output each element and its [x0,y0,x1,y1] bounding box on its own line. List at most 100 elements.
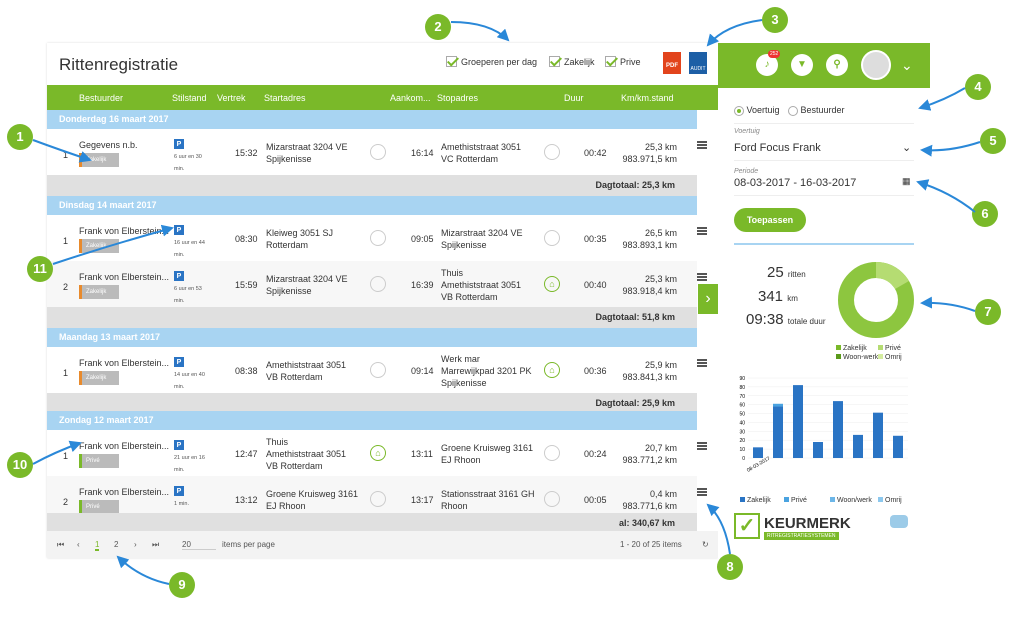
row-menu-icon[interactable] [697,141,707,149]
trip-type-tag[interactable]: Privé [79,454,119,468]
next-page-icon[interactable]: › [134,540,137,549]
standstill-time: 14 uur en 40 min. [174,372,205,390]
home-icon[interactable]: ⌂ [370,445,386,461]
collapse-sidebar-button[interactable]: › [698,284,718,314]
driver-name[interactable]: Frank von Elberstein... [79,486,169,498]
col-departure[interactable]: Vertrek [217,93,246,103]
row-menu-icon[interactable] [697,227,707,235]
location-circle-icon[interactable] [370,491,386,507]
prev-page-icon[interactable]: ‹ [77,540,80,549]
audit-export-icon[interactable]: AUDIT [689,52,707,74]
radio-vehicle[interactable]: Voertuig [734,105,780,116]
page-2[interactable]: 2 [114,540,118,549]
day-group-header: Donderdag 16 maart 2017 [47,110,697,129]
business-option[interactable]: Zakelijk [549,56,595,67]
trip-type-tag[interactable]: Zakelijk [79,285,119,299]
bar-zakelijk[interactable] [813,442,823,458]
trip-type-tag[interactable]: Zakelijk [79,371,119,385]
duration-stat: 09:38 totale duur [746,311,826,328]
table-row[interactable]: 1 Frank von Elberstein... Zakelijk P 14 … [47,347,707,393]
table-row[interactable]: 2 Frank von Elberstein... Zakelijk P 6 u… [47,261,707,307]
trip-type-tag[interactable]: Zakelijk [79,239,119,253]
bar-zakelijk[interactable] [793,385,803,458]
bar-zakelijk[interactable] [853,434,863,458]
check-icon[interactable] [549,56,560,67]
table-row[interactable]: 1 Gegevens n.b. Zakelijk P 6 uur en 30 m… [47,129,707,175]
col-km[interactable]: Km/km.stand [621,93,674,103]
row-menu-icon[interactable] [697,273,707,281]
bar-zakelijk[interactable] [833,401,843,458]
location-circle-icon[interactable] [370,144,386,160]
trip-duration: 00:40 [584,280,607,290]
private-option[interactable]: Prive [605,56,641,67]
trip-duration: 00:24 [584,449,607,459]
parking-icon: P [174,225,184,235]
location-circle-icon[interactable] [370,276,386,292]
row-number: 2 [63,282,69,292]
table-row[interactable]: 1 Frank von Elberstein... Zakelijk P 16 … [47,215,707,261]
avatar[interactable] [861,50,891,80]
row-menu-icon[interactable] [697,488,707,496]
driver-name[interactable]: Frank von Elberstein... [79,440,169,452]
check-icon[interactable] [446,56,457,67]
radio-on-icon[interactable] [734,105,744,116]
page-title: Rittenregistratie [59,55,179,74]
trip-type-tag[interactable]: Zakelijk [79,153,119,167]
search-icon[interactable]: ⚲ [826,54,848,76]
page-1[interactable]: 1 [95,540,100,551]
row-menu-icon[interactable] [697,359,707,367]
home-icon[interactable]: ⌂ [544,362,560,378]
day-total: Dagtotaal: 25,3 km [47,175,697,196]
vehicle-select[interactable]: Ford Focus Frank [734,142,914,161]
legend-swatch [878,345,883,350]
location-circle-icon[interactable] [370,230,386,246]
trip-km: 25,9 km 983.841,3 km [622,360,677,382]
refresh-icon[interactable]: ↻ [702,540,709,549]
col-duration[interactable]: Duur [564,93,584,103]
chevron-down-icon[interactable]: ⌄ [901,57,913,74]
table-row[interactable]: 1 Frank von Elberstein... Privé P 21 uur… [47,430,707,476]
chevron-down-icon[interactable]: ⌄ [902,141,911,154]
home-icon[interactable]: ⌂ [544,276,560,292]
driver-name[interactable]: Gegevens n.b. [79,139,138,151]
col-stop-address[interactable]: Stopadres [437,93,478,103]
col-arrival[interactable]: Aankom... [390,93,431,103]
bar-zakelijk[interactable] [893,435,903,458]
location-circle-icon[interactable] [370,362,386,378]
driver-name[interactable]: Frank von Elberstein... [79,271,169,283]
col-standstill[interactable]: Stilstand [172,93,207,103]
period-field[interactable]: 08-03-2017 - 16-03-2017 [734,177,914,196]
divider [734,123,914,124]
col-driver[interactable]: Bestuurder [79,93,123,103]
departure-time: 15:32 [235,148,258,158]
radio-driver[interactable]: Bestuurder [788,105,845,116]
location-circle-icon[interactable] [544,445,560,461]
location-circle-icon[interactable] [544,230,560,246]
driver-name[interactable]: Frank von Elberstein... [79,225,169,237]
location-circle-icon[interactable] [544,491,560,507]
bar-prive[interactable] [773,403,783,407]
last-page-icon[interactable]: ⏭ [152,540,159,550]
trip-type-tag[interactable]: Privé [79,500,119,514]
km-stat: 341 km [758,288,798,305]
group-by-day-option[interactable]: Groeperen per dag [446,56,537,67]
trip-duration: 00:05 [584,495,607,505]
calendar-icon[interactable]: ▦ [902,176,911,187]
bar-zakelijk[interactable] [773,406,783,458]
location-circle-icon[interactable] [544,144,560,160]
col-start-address[interactable]: Startadres [264,93,306,103]
first-page-icon[interactable]: ⏮ [57,540,64,550]
parking-icon: P [174,139,184,149]
radio-off-icon[interactable] [788,105,798,116]
per-page-select[interactable]: 20 [182,540,216,550]
bar-zakelijk[interactable] [753,447,763,458]
driver-name[interactable]: Frank von Elberstein... [79,357,169,369]
check-icon[interactable] [605,56,616,67]
filter-icon[interactable]: ▼ [791,54,813,76]
row-menu-icon[interactable] [697,442,707,450]
camera-icon[interactable] [890,515,908,528]
bar-zakelijk[interactable] [873,412,883,458]
pdf-export-icon[interactable]: PDF [663,52,681,74]
departure-time: 08:30 [235,234,258,244]
apply-button[interactable]: Toepassen [734,208,806,232]
